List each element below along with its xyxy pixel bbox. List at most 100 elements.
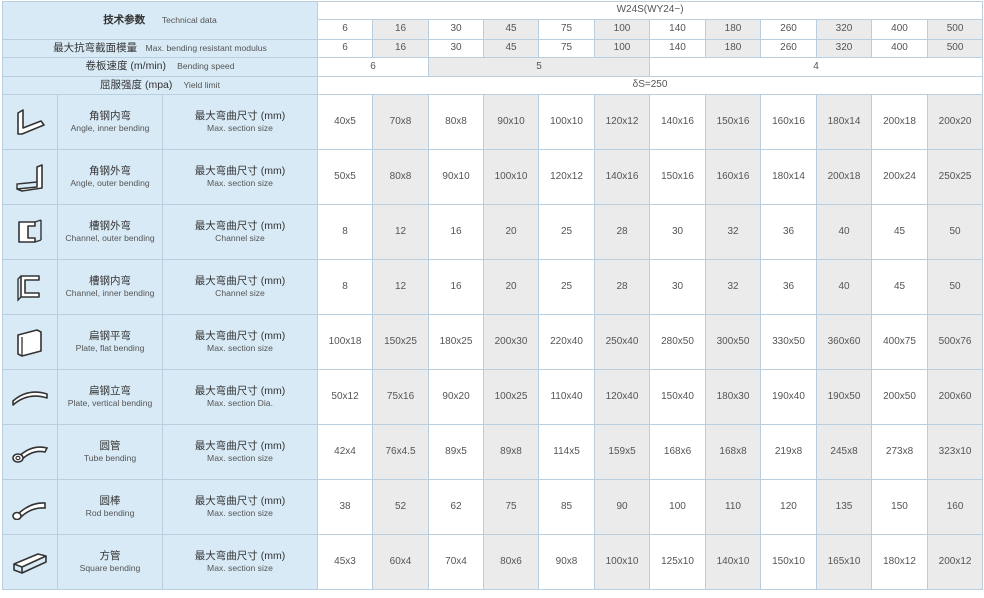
value-cell: 12 — [372, 204, 430, 260]
section-size-label: 最大弯曲尺寸 (mm) Max. section size — [161, 314, 319, 370]
section-size-zh: 最大弯曲尺寸 (mm) — [194, 165, 286, 178]
value-cell: 8 — [317, 259, 374, 315]
model-series-title: W24S(WY24−) — [317, 1, 984, 20]
value-cell: 150x40 — [649, 369, 707, 425]
bending-type-zh: 圆管 — [99, 440, 121, 453]
value-cell: 135 — [816, 479, 873, 535]
bending-type-zh: 槽钢内弯 — [89, 275, 131, 288]
modulus-value-cell: 260 — [760, 39, 818, 58]
bending-type-label: 方管 Square bending — [57, 534, 163, 590]
value-cell: 62 — [428, 479, 485, 535]
yield-label: 屈服强度 (mpa) Yield limit — [1, 76, 319, 95]
channel-outer-icon — [2, 204, 58, 260]
value-cell: 42x4 — [317, 424, 374, 480]
model-number-cell: 400 — [871, 19, 929, 40]
model-number-cell: 6 — [317, 19, 374, 40]
value-cell: 90x20 — [428, 369, 485, 425]
modulus-value-cell: 6 — [317, 39, 374, 58]
section-size-label: 最大弯曲尺寸 (mm) Max. section size — [161, 534, 319, 590]
value-cell: 250x40 — [594, 314, 651, 370]
value-cell: 160x16 — [705, 149, 762, 205]
section-size-label: 最大弯曲尺寸 (mm) Max. section size — [161, 479, 319, 535]
value-cell: 40x5 — [317, 94, 374, 150]
value-cell: 180x14 — [816, 94, 873, 150]
value-cell: 110x40 — [538, 369, 596, 425]
model-number-cell: 45 — [483, 19, 540, 40]
value-cell: 150x16 — [649, 149, 707, 205]
value-cell: 180x14 — [760, 149, 818, 205]
channel-inner-icon — [2, 259, 58, 315]
bending-type-zh: 方管 — [99, 550, 121, 563]
value-cell: 300x50 — [705, 314, 762, 370]
value-cell: 90 — [594, 479, 651, 535]
bending-type-zh: 角钢内弯 — [89, 110, 131, 123]
modulus-value-cell: 140 — [649, 39, 707, 58]
tube-icon — [2, 424, 58, 480]
value-cell: 323x10 — [927, 424, 984, 480]
value-cell: 45x3 — [317, 534, 374, 590]
bending-type-en: Angle, inner bending — [70, 123, 150, 134]
speed-value-high: 4 — [649, 57, 984, 77]
value-cell: 20 — [483, 259, 540, 315]
value-cell: 100x10 — [538, 94, 596, 150]
value-cell: 200x18 — [871, 94, 929, 150]
value-cell: 200x60 — [927, 369, 984, 425]
value-cell: 45 — [871, 259, 929, 315]
model-number-cell: 320 — [816, 19, 873, 40]
value-cell: 16 — [428, 259, 485, 315]
value-cell: 125x10 — [649, 534, 707, 590]
section-size-zh: 最大弯曲尺寸 (mm) — [194, 330, 286, 343]
value-cell: 70x8 — [372, 94, 430, 150]
bending-type-label: 角钢内弯 Angle, inner bending — [57, 94, 163, 150]
yield-en: Yield limit — [183, 79, 220, 90]
speed-en: Bending speed — [177, 61, 235, 72]
value-cell: 160 — [927, 479, 984, 535]
modulus-value-cell: 180 — [705, 39, 762, 58]
value-cell: 190x40 — [760, 369, 818, 425]
value-cell: 28 — [594, 259, 651, 315]
value-cell: 168x6 — [649, 424, 707, 480]
value-cell: 80x6 — [483, 534, 540, 590]
value-cell: 32 — [705, 259, 762, 315]
value-cell: 245x8 — [816, 424, 873, 480]
yield-value: δS=250 — [317, 76, 984, 95]
value-cell: 150x10 — [760, 534, 818, 590]
model-number-cell: 500 — [927, 19, 984, 40]
bending-type-zh: 扁钢平弯 — [89, 330, 131, 343]
table-row: 角钢内弯 Angle, inner bending 最大弯曲尺寸 (mm) Max. … — [2, 94, 984, 150]
bending-type-en: Square bending — [79, 563, 141, 574]
bending-type-zh: 扁钢立弯 — [89, 385, 131, 398]
value-cell: 200x24 — [871, 149, 929, 205]
value-cell: 100x10 — [483, 149, 540, 205]
value-cell: 38 — [317, 479, 374, 535]
value-cell: 90x8 — [538, 534, 596, 590]
section-size-label: 最大弯曲尺寸 (mm) Max. section Dia. — [161, 369, 319, 425]
value-cell: 220x40 — [538, 314, 596, 370]
value-cell: 50x12 — [317, 369, 374, 425]
bending-type-label: 扁钢平弯 Plate, flat bending — [57, 314, 163, 370]
bending-type-en: Rod bending — [85, 508, 135, 519]
section-size-zh: 最大弯曲尺寸 (mm) — [194, 220, 286, 233]
speed-value-low: 6 — [317, 57, 430, 77]
value-cell: 140x16 — [594, 149, 651, 205]
value-cell: 25 — [538, 259, 596, 315]
modulus-value-cell: 320 — [816, 39, 873, 58]
value-cell: 159x5 — [594, 424, 651, 480]
value-cell: 200x20 — [927, 94, 984, 150]
modulus-value-cell: 45 — [483, 39, 540, 58]
bending-type-label: 角钢外弯 Angle, outer bending — [57, 149, 163, 205]
model-number-cell: 16 — [372, 19, 430, 40]
value-cell: 60x4 — [372, 534, 430, 590]
angle-outer-icon — [2, 149, 58, 205]
section-size-zh: 最大弯曲尺寸 (mm) — [194, 550, 286, 563]
table-row: 槽钢外弯 Channel, outer bending 最大弯曲尺寸 (mm) Cha… — [2, 204, 984, 260]
model-number-cell: 75 — [538, 19, 596, 40]
technical-data-label: 技术参数 Technical data — [1, 1, 319, 40]
table-row: 扁钢平弯 Plate, flat bending 最大弯曲尺寸 (mm) Max. s… — [2, 314, 984, 370]
value-cell: 32 — [705, 204, 762, 260]
value-cell: 140x10 — [705, 534, 762, 590]
value-cell: 36 — [760, 204, 818, 260]
value-cell: 50x5 — [317, 149, 374, 205]
bending-type-zh: 圆棒 — [99, 495, 121, 508]
modulus-value-cell: 500 — [927, 39, 984, 58]
